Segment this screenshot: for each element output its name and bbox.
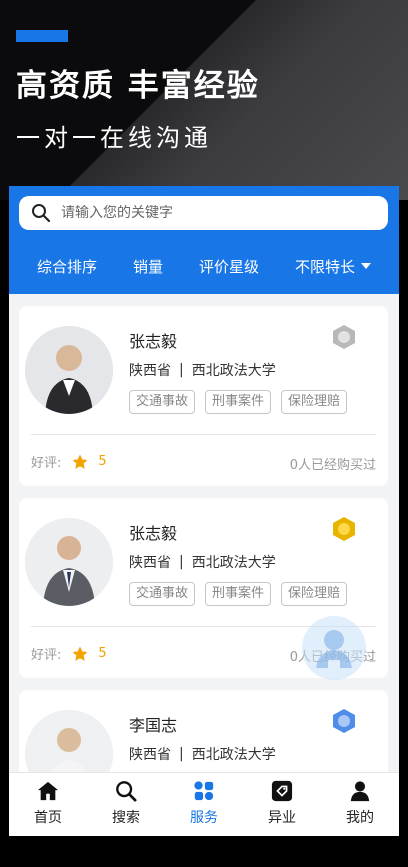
filter-specialty-label: 不限特长 [295, 257, 356, 276]
dropdown-arrow-icon [361, 263, 372, 269]
search-icon [31, 203, 51, 223]
tab-home[interactable]: 首页 [9, 773, 87, 836]
specialty-tag: 保险理赔 [281, 390, 348, 414]
lawyer-tags: 交通事故 刑事案件 保险理赔 [129, 582, 357, 606]
rating-label: 好评: [31, 648, 62, 663]
services-icon [192, 779, 216, 803]
filter-bar: 综合排序 销量 评价星级 不限特长 [9, 248, 399, 284]
lawyer-province: 陕西省 [129, 363, 171, 379]
rating-label: 好评: [31, 456, 62, 471]
tab-crossover-label: 异业 [268, 810, 296, 826]
lawyer-rating: 好评: 5 [31, 452, 107, 471]
tab-search-label: 搜索 [112, 810, 140, 826]
promo-accent-bar [16, 30, 68, 42]
purchase-count: 0人已经购买过 [289, 458, 376, 473]
search-input[interactable] [61, 205, 361, 221]
search-icon [114, 779, 138, 803]
lawyer-name: 张志毅 [129, 332, 178, 351]
app-screen: 综合排序 销量 评价星级 不限特长 张志毅 陕西省 | 西北政法大学 交通事故 … [9, 186, 399, 836]
filter-sales[interactable]: 销量 [133, 250, 163, 283]
divider [31, 434, 376, 435]
lawyer-province: 陕西省 [129, 555, 171, 571]
tab-crossover[interactable]: 异业 [243, 773, 321, 836]
search-bar[interactable] [19, 196, 388, 230]
bottom-tab-bar: 首页 搜索 服务 异业 我的 [9, 772, 399, 836]
lawyer-location: 陕西省 | 西北政法大学 [129, 554, 276, 571]
lawyer-school: 西北政法大学 [191, 555, 276, 571]
lawyer-card[interactable]: 张志毅 陕西省 | 西北政法大学 交通事故 刑事案件 保险理赔 好评: 5 0人… [19, 306, 388, 486]
tab-services-label: 服务 [190, 810, 218, 826]
star-icon [71, 645, 89, 663]
gold-badge-icon [331, 516, 357, 542]
rating-score: 5 [98, 454, 107, 469]
lawyer-province: 陕西省 [129, 747, 171, 763]
blue-badge-icon [331, 708, 357, 734]
promo-banner: 高资质 丰富经验 一对一在线沟通 [0, 0, 408, 200]
customer-service-icon [316, 630, 352, 668]
filter-specialty[interactable]: 不限特长 [295, 250, 372, 283]
silver-badge-icon [331, 324, 357, 350]
specialty-tag: 交通事故 [129, 390, 196, 414]
lawyer-location: 陕西省 | 西北政法大学 [129, 746, 276, 763]
lawyer-name: 张志毅 [129, 524, 178, 543]
lawyer-tags: 交通事故 刑事案件 保险理赔 [129, 390, 357, 414]
lawyer-school: 西北政法大学 [191, 747, 276, 763]
lawyer-avatar [25, 326, 113, 414]
filter-comprehensive[interactable]: 综合排序 [37, 250, 97, 283]
specialty-tag: 交通事故 [129, 582, 196, 606]
promo-subtitle: 一对一在线沟通 [16, 124, 212, 152]
specialty-tag: 刑事案件 [205, 582, 272, 606]
lawyer-avatar [25, 518, 113, 606]
lawyer-name: 李国志 [129, 716, 178, 735]
specialty-tag: 保险理赔 [281, 582, 348, 606]
filter-rating[interactable]: 评价星级 [199, 250, 259, 283]
lawyer-school: 西北政法大学 [191, 363, 276, 379]
floating-chat-button[interactable] [302, 616, 366, 680]
tab-home-label: 首页 [34, 810, 62, 826]
top-bar: 综合排序 销量 评价星级 不限特长 [9, 186, 399, 294]
tab-services[interactable]: 服务 [165, 773, 243, 836]
home-icon [36, 779, 60, 803]
tag-icon [270, 779, 294, 803]
lawyer-location: 陕西省 | 西北政法大学 [129, 362, 276, 379]
tab-mine[interactable]: 我的 [321, 773, 399, 836]
tab-search[interactable]: 搜索 [87, 773, 165, 836]
tab-mine-label: 我的 [346, 810, 374, 826]
lawyer-rating: 好评: 5 [31, 644, 107, 663]
rating-score: 5 [98, 646, 107, 661]
user-icon [348, 779, 372, 803]
star-icon [71, 453, 89, 471]
promo-title: 高资质 丰富经验 [16, 68, 260, 104]
specialty-tag: 刑事案件 [205, 390, 272, 414]
